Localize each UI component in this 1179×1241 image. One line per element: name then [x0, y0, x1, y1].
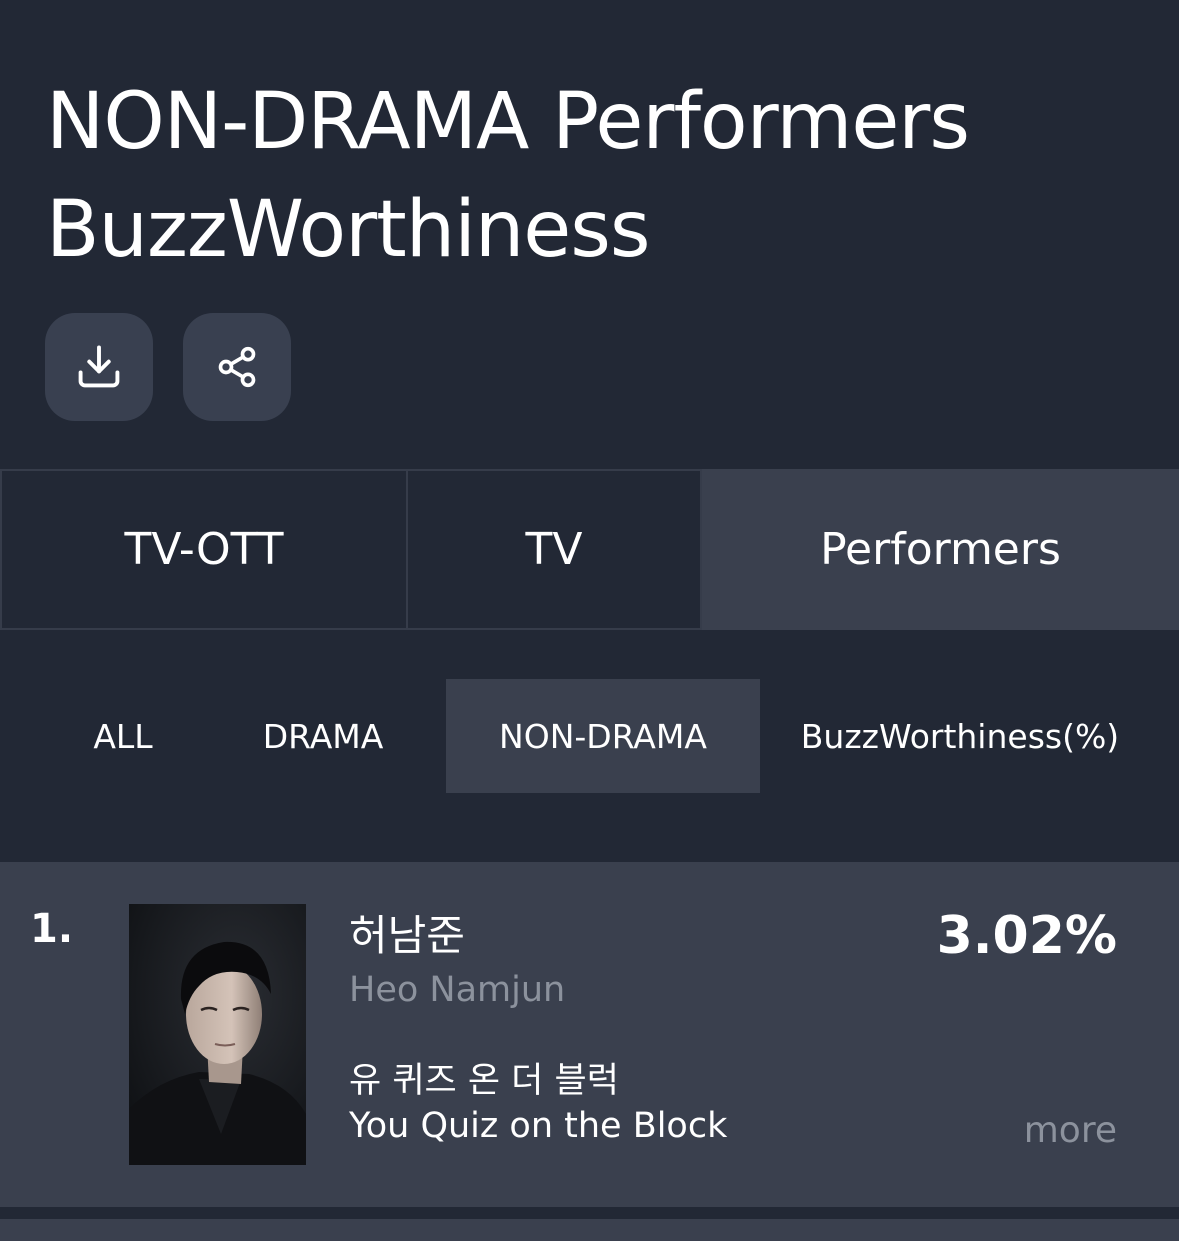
download-button[interactable]	[45, 313, 153, 421]
category-tabs: TV-OTT TV Performers	[0, 469, 1179, 630]
genre-filters: ALL DRAMA NON-DRAMA BuzzWorthiness(%)	[0, 679, 1179, 793]
download-icon	[78, 345, 120, 388]
show-title-english: You Quiz on the Block	[349, 1106, 728, 1146]
filter-buzzworthiness[interactable]: BuzzWorthiness(%)	[790, 679, 1130, 793]
buzz-score: 3.02%	[936, 906, 1117, 966]
ranking-row[interactable]: 1. 허남준 Heo Namjun 유 퀴즈 온 더 블럭 You Quiz o…	[0, 862, 1179, 1207]
page-title: NON-DRAMA Performers BuzzWorthiness	[46, 68, 970, 284]
tab-tv[interactable]: TV	[408, 469, 702, 630]
share-button[interactable]	[183, 313, 291, 421]
tab-tv-ott[interactable]: TV-OTT	[0, 469, 408, 630]
filter-drama[interactable]: DRAMA	[230, 679, 416, 793]
performer-photo	[129, 904, 306, 1165]
next-ranking-row[interactable]	[0, 1219, 1179, 1241]
share-icon	[218, 346, 256, 388]
performer-name-korean: 허남준	[349, 911, 465, 960]
show-title-korean: 유 퀴즈 온 더 블럭	[349, 1061, 619, 1101]
rank-number: 1.	[30, 906, 74, 952]
more-link[interactable]: more	[1024, 1110, 1117, 1151]
page-title-line1: NON-DRAMA Performers	[46, 77, 970, 167]
page-title-line2: BuzzWorthiness	[46, 185, 651, 275]
tab-performers[interactable]: Performers	[702, 469, 1179, 630]
filter-non-drama[interactable]: NON-DRAMA	[446, 679, 760, 793]
performer-name-english: Heo Namjun	[349, 970, 566, 1010]
performer-portrait-image	[129, 904, 306, 1165]
filter-all[interactable]: ALL	[60, 679, 186, 793]
